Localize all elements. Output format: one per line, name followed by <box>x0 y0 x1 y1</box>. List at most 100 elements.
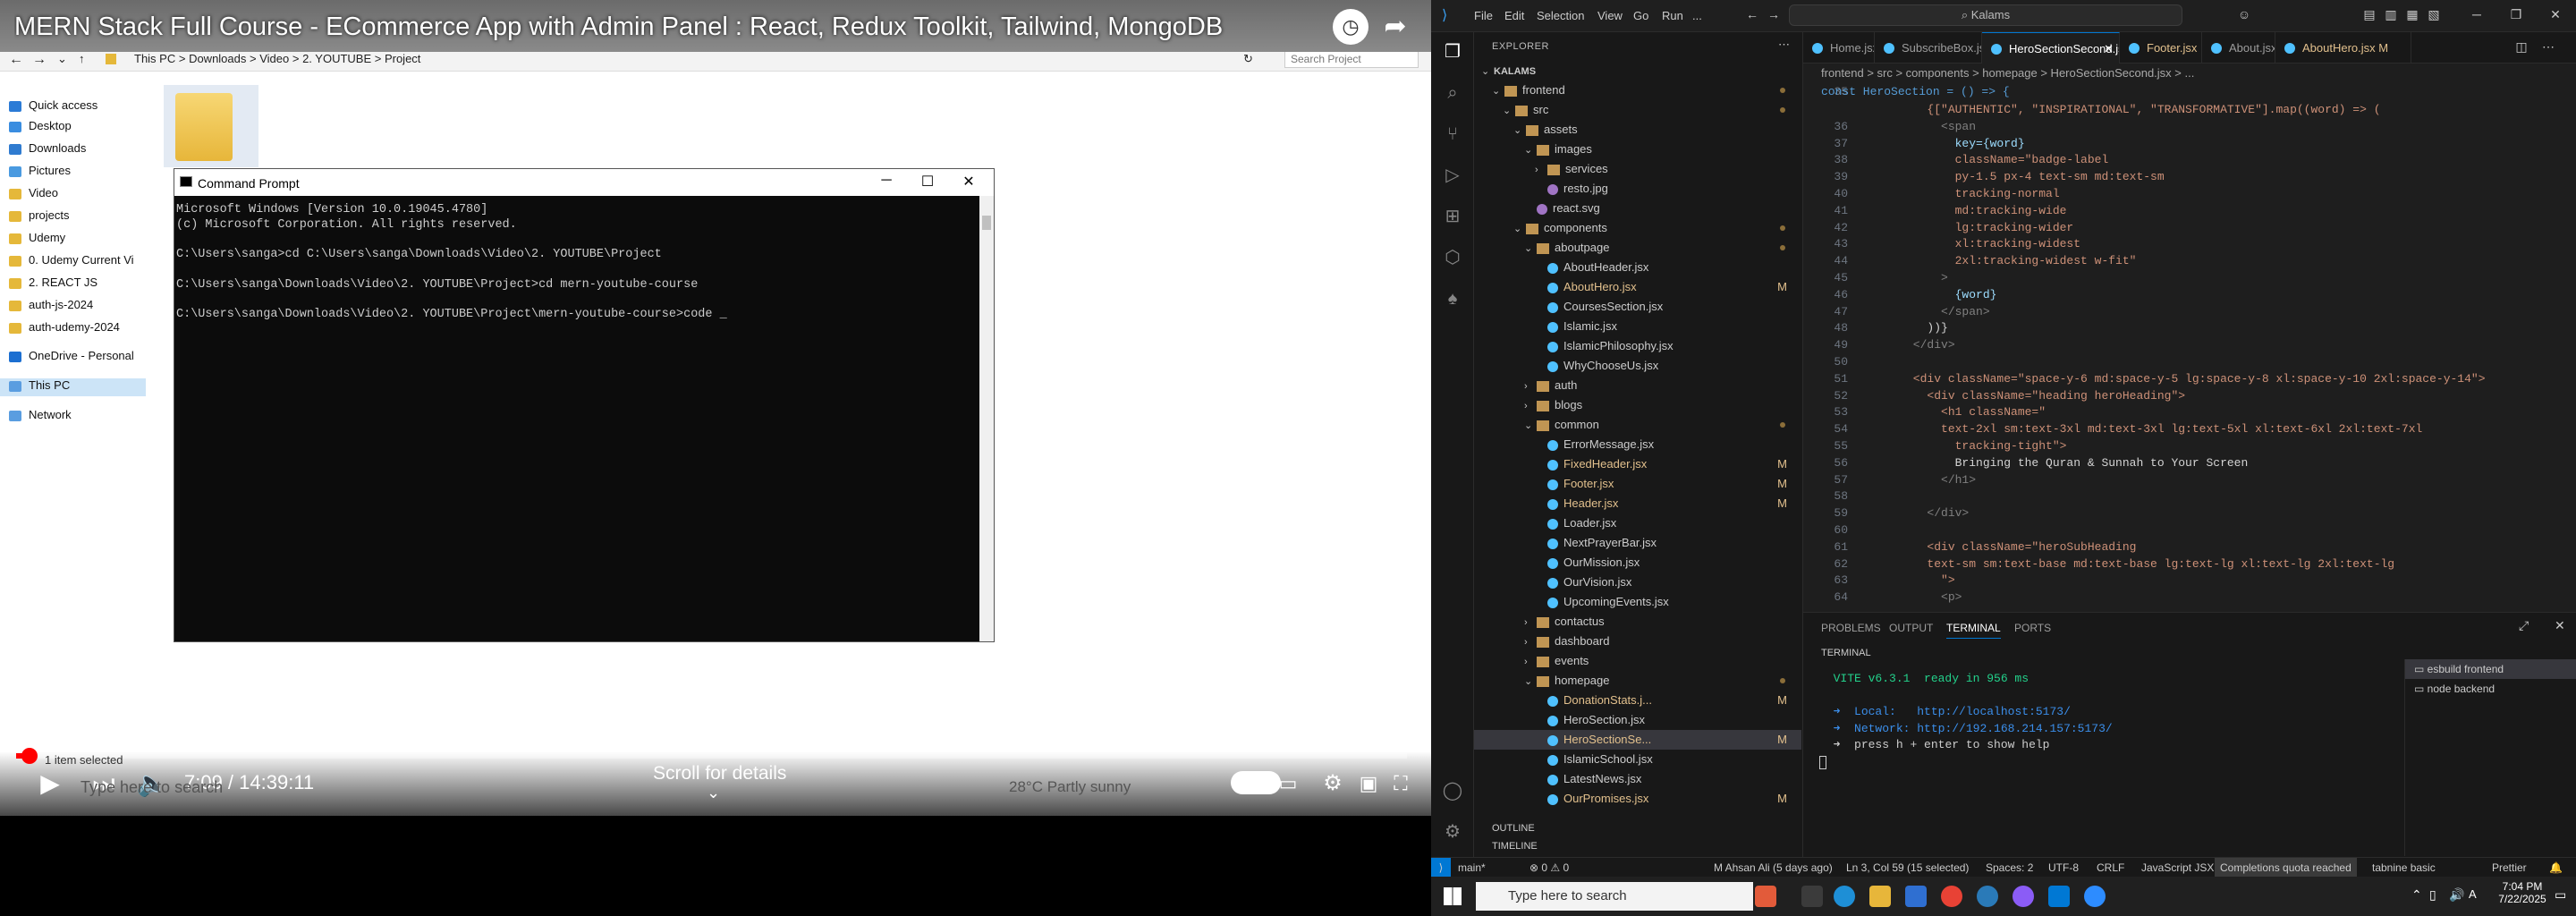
file-item[interactable]: Footer.jsx M <box>1474 474 1801 494</box>
sidebar-item[interactable]: Quick access <box>9 98 143 116</box>
code-line[interactable]: </div> <box>1871 506 1969 520</box>
remote-icon[interactable]: ⟩ <box>1431 858 1451 878</box>
code-line[interactable]: <div className="space-y-6 md:space-y-5 l… <box>1871 372 2486 386</box>
editor-breadcrumb[interactable]: frontend > src > components > homepage >… <box>1803 64 2576 83</box>
chevron-down-icon[interactable]: ⌄ <box>57 52 67 66</box>
sidebar-item[interactable]: projects <box>9 208 143 226</box>
close-icon[interactable]: ✕ <box>951 173 987 192</box>
folder-item[interactable]: › contactus <box>1474 612 1801 632</box>
code-line[interactable]: </h1> <box>1871 473 1976 487</box>
search-icon[interactable]: ⌕ <box>1442 82 1463 104</box>
panel-tab-terminal[interactable]: TERMINAL <box>1946 622 2001 639</box>
file-item[interactable]: WhyChooseUs.jsx <box>1474 356 1801 376</box>
source-control-icon[interactable]: ⑂ <box>1442 123 1463 145</box>
terminal-instance[interactable]: ▭ esbuild frontend <box>2405 659 2576 679</box>
folder-item[interactable]: › services <box>1474 159 1801 179</box>
breadcrumb-segment[interactable]: Video <box>259 52 289 65</box>
file-item[interactable]: IslamicPhilosophy.jsx <box>1474 336 1801 356</box>
file-item[interactable]: Loader.jsx <box>1474 513 1801 533</box>
language-mode[interactable]: JavaScript JSX <box>2141 858 2214 878</box>
code-line[interactable]: </span> <box>1871 305 1990 318</box>
captions-icon[interactable]: ▭ <box>1270 766 1306 802</box>
file-item[interactable]: Header.jsx M <box>1474 494 1801 513</box>
network-icon[interactable]: ▯ <box>2429 887 2436 903</box>
sidebar-item[interactable]: Network <box>9 408 143 426</box>
menu-item-edit[interactable]: Edit <box>1504 9 1524 22</box>
file-item[interactable]: OurMission.jsx <box>1474 553 1801 572</box>
command-center-search[interactable]: ⌕ Kalams <box>1789 4 2182 26</box>
store-icon[interactable] <box>1905 886 1927 907</box>
code-line[interactable]: key={word} <box>1871 137 2025 150</box>
mongodb-icon[interactable]: ♠ <box>1442 288 1463 310</box>
share-icon[interactable]: ➦ <box>1377 9 1413 45</box>
account-icon[interactable]: ◯ <box>1442 780 1463 802</box>
video-title[interactable]: MERN Stack Full Course - ECommerce App w… <box>14 13 1302 48</box>
video-progress-bar[interactable] <box>16 753 1407 759</box>
folder-item[interactable]: ⌄ aboutpage <box>1474 238 1801 258</box>
youtube-video-player[interactable]: MERN Stack Full Course - ECommerce App w… <box>0 0 1431 816</box>
copilot-quota[interactable]: Completions quota reached <box>2215 858 2357 878</box>
tab-herosectionsecond[interactable]: HeroSectionSecond.jsx M✕ <box>1982 32 2120 64</box>
chevron-down-icon[interactable]: ⌄ <box>707 784 720 802</box>
outline-header[interactable]: OUTLINE <box>1492 823 1535 834</box>
explorer-search-input[interactable]: Search Project <box>1284 50 1419 68</box>
folder-item[interactable]: ⌄ images <box>1474 140 1801 159</box>
terminal-instance[interactable]: ▭ node backend <box>2405 679 2576 699</box>
file-item[interactable]: HeroSectionSe... M <box>1474 730 1801 750</box>
code-line[interactable]: 2xl:tracking-widest w-fit" <box>1871 254 2137 267</box>
tab-home[interactable]: Home.jsx <box>1803 32 1875 64</box>
terminal-output[interactable]: VITE v6.3.1 ready in 956 ms ➜ Local: htt… <box>1803 663 2394 851</box>
file-item[interactable]: NextPrayerBar.jsx <box>1474 533 1801 553</box>
sidebar-item[interactable]: Desktop <box>9 119 143 137</box>
code-line[interactable]: md:tracking-wide <box>1871 204 2067 217</box>
manage-gear-icon[interactable]: ⚙ <box>1442 821 1463 843</box>
scroll-for-details-label[interactable]: Scroll for details <box>653 763 786 785</box>
video-scrubber-handle[interactable] <box>21 748 38 764</box>
minimize-icon[interactable]: ─ <box>2469 7 2485 23</box>
sidebar-item[interactable]: This PC <box>0 378 146 396</box>
chevron-right-icon[interactable]: › <box>1535 160 1547 180</box>
folder-item[interactable]: ⌄ KALAMS <box>1474 61 1801 81</box>
chevron-right-icon[interactable]: › <box>1524 396 1537 416</box>
code-line[interactable]: <div className="heroSubHeading <box>1871 540 2136 554</box>
code-line[interactable]: tracking-tight"> <box>1871 439 2067 453</box>
panel-tab-output[interactable]: OUTPUT <box>1889 622 1933 634</box>
chevron-down-icon[interactable]: ⌄ <box>1524 239 1537 259</box>
notifications-bell-icon[interactable]: 🔔 <box>2549 858 2563 878</box>
sidebar-item[interactable]: auth-js-2024 <box>9 298 143 316</box>
miniplayer-icon[interactable]: ▣ <box>1351 766 1386 802</box>
sidebar-item[interactable]: Udemy <box>9 231 143 249</box>
menu-item-file[interactable]: File <box>1474 9 1493 22</box>
file-item[interactable]: ErrorMessage.jsx <box>1474 435 1801 454</box>
folder-item[interactable]: › dashboard <box>1474 632 1801 651</box>
code-line[interactable]: Bringing the Quran & Sunnah to Your Scre… <box>1871 456 2249 470</box>
breadcrumb-segment[interactable]: Project <box>385 52 420 65</box>
chevron-down-icon[interactable]: ⌄ <box>1513 219 1526 239</box>
code-line[interactable]: </div> <box>1871 338 1955 352</box>
chevron-down-icon[interactable]: ⌄ <box>1513 121 1526 140</box>
folder-item[interactable]: › blogs <box>1474 395 1801 415</box>
tab-abouthero[interactable]: AboutHero.jsx M <box>2275 32 2411 64</box>
code-line[interactable]: tracking-normal <box>1871 187 2060 200</box>
settings-gear-icon[interactable]: ⚙ <box>1315 766 1351 802</box>
menu-item-[interactable]: ... <box>1692 9 1702 22</box>
edge-icon[interactable] <box>1834 886 1855 907</box>
code-line[interactable]: <div className="heading heroHeading"> <box>1871 389 2185 403</box>
timeline-header[interactable]: TIMELINE <box>1492 841 1538 852</box>
chevron-right-icon[interactable]: › <box>1524 632 1537 652</box>
remote-explorer-icon[interactable]: ⬡ <box>1442 247 1463 268</box>
folder-item[interactable]: ⌄ assets <box>1474 120 1801 140</box>
breadcrumb-segment[interactable]: 2. YOUTUBE <box>302 52 371 65</box>
code-editor[interactable]: 35 const HeroSection = () => { {["AUTHENT… <box>1803 83 2576 606</box>
tab-footer[interactable]: Footer.jsx M <box>2120 32 2202 64</box>
git-branch[interactable]: main* <box>1458 858 1486 878</box>
file-explorer-icon[interactable] <box>1869 886 1891 907</box>
code-line[interactable]: lg:tracking-wider <box>1871 221 2074 234</box>
forward-arrow-icon[interactable]: → <box>1766 7 1782 23</box>
folder-item[interactable]: › events <box>1474 651 1801 671</box>
close-icon[interactable]: ✕ <box>2547 7 2563 23</box>
zoom-icon[interactable] <box>2084 886 2106 907</box>
prettier-status[interactable]: Prettier <box>2492 858 2527 878</box>
more-actions-icon[interactable]: ⋯ <box>1778 38 1790 52</box>
code-line[interactable]: "> <box>1871 573 1955 587</box>
